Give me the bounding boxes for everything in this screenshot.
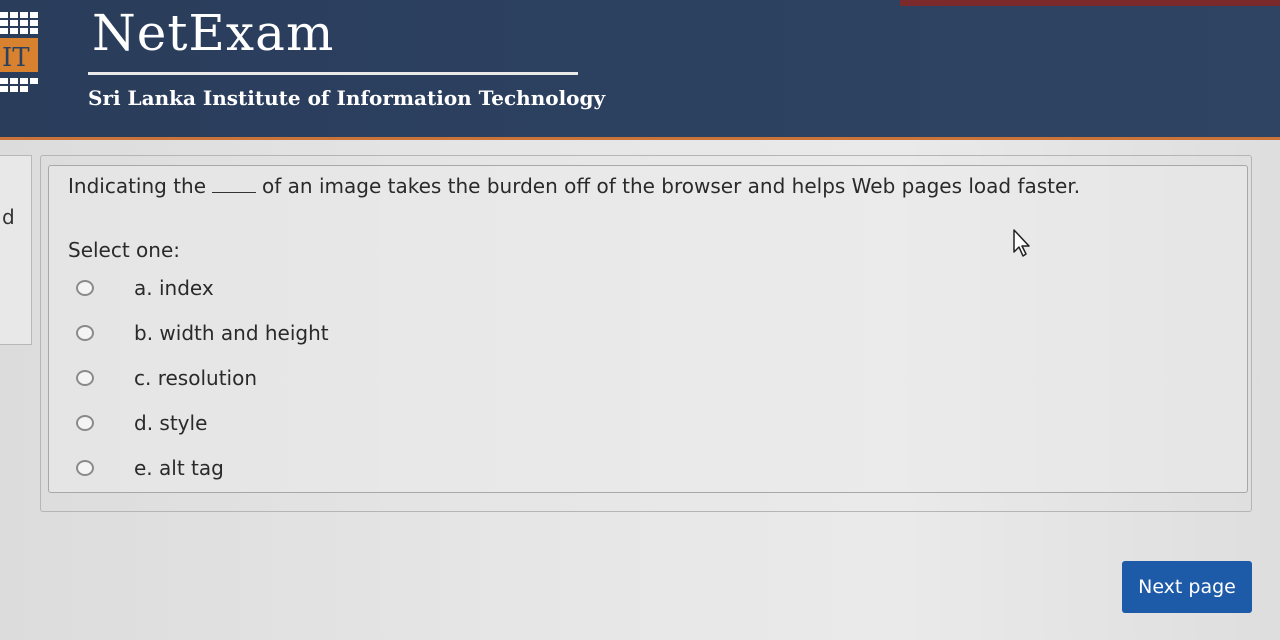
question-text: Indicating the of an image takes the burd… (68, 174, 1080, 198)
radio-button-icon[interactable] (76, 370, 94, 386)
radio-button-icon[interactable] (76, 460, 94, 476)
radio-button-icon[interactable] (76, 415, 94, 431)
site-header: IT NetExam Sri Lanka Institute of Inform… (0, 0, 1280, 140)
sliit-logo-icon: IT (0, 12, 38, 92)
side-block-panel (0, 155, 32, 345)
logo-text: IT (2, 43, 30, 73)
option-c[interactable]: c. resolution (76, 363, 257, 393)
select-one-prompt: Select one: (68, 238, 181, 262)
option-label: b. width and height (134, 321, 329, 345)
option-e[interactable]: e. alt tag (76, 453, 224, 483)
question-text-start: Indicating the (68, 174, 207, 198)
question-blank (212, 192, 257, 193)
side-block-letter: d (2, 205, 15, 229)
brand-divider (88, 72, 578, 75)
mouse-cursor-icon (1013, 229, 1030, 257)
option-label: a. index (134, 276, 214, 300)
option-d[interactable]: d. style (76, 408, 207, 438)
radio-button-icon[interactable] (76, 280, 94, 296)
option-a[interactable]: a. index (76, 273, 214, 303)
radio-button-icon[interactable] (76, 325, 94, 341)
option-label: c. resolution (134, 366, 257, 390)
option-label: d. style (134, 411, 208, 435)
option-label: e. alt tag (134, 456, 224, 480)
institute-name: Sri Lanka Institute of Information Techn… (88, 86, 606, 110)
brand-title: NetExam (92, 4, 335, 62)
header-accent-strip (900, 0, 1280, 6)
option-b[interactable]: b. width and height (76, 318, 329, 348)
next-page-button[interactable]: Next page (1122, 561, 1252, 613)
question-text-end: of an image takes the burden off of the … (262, 174, 1081, 198)
